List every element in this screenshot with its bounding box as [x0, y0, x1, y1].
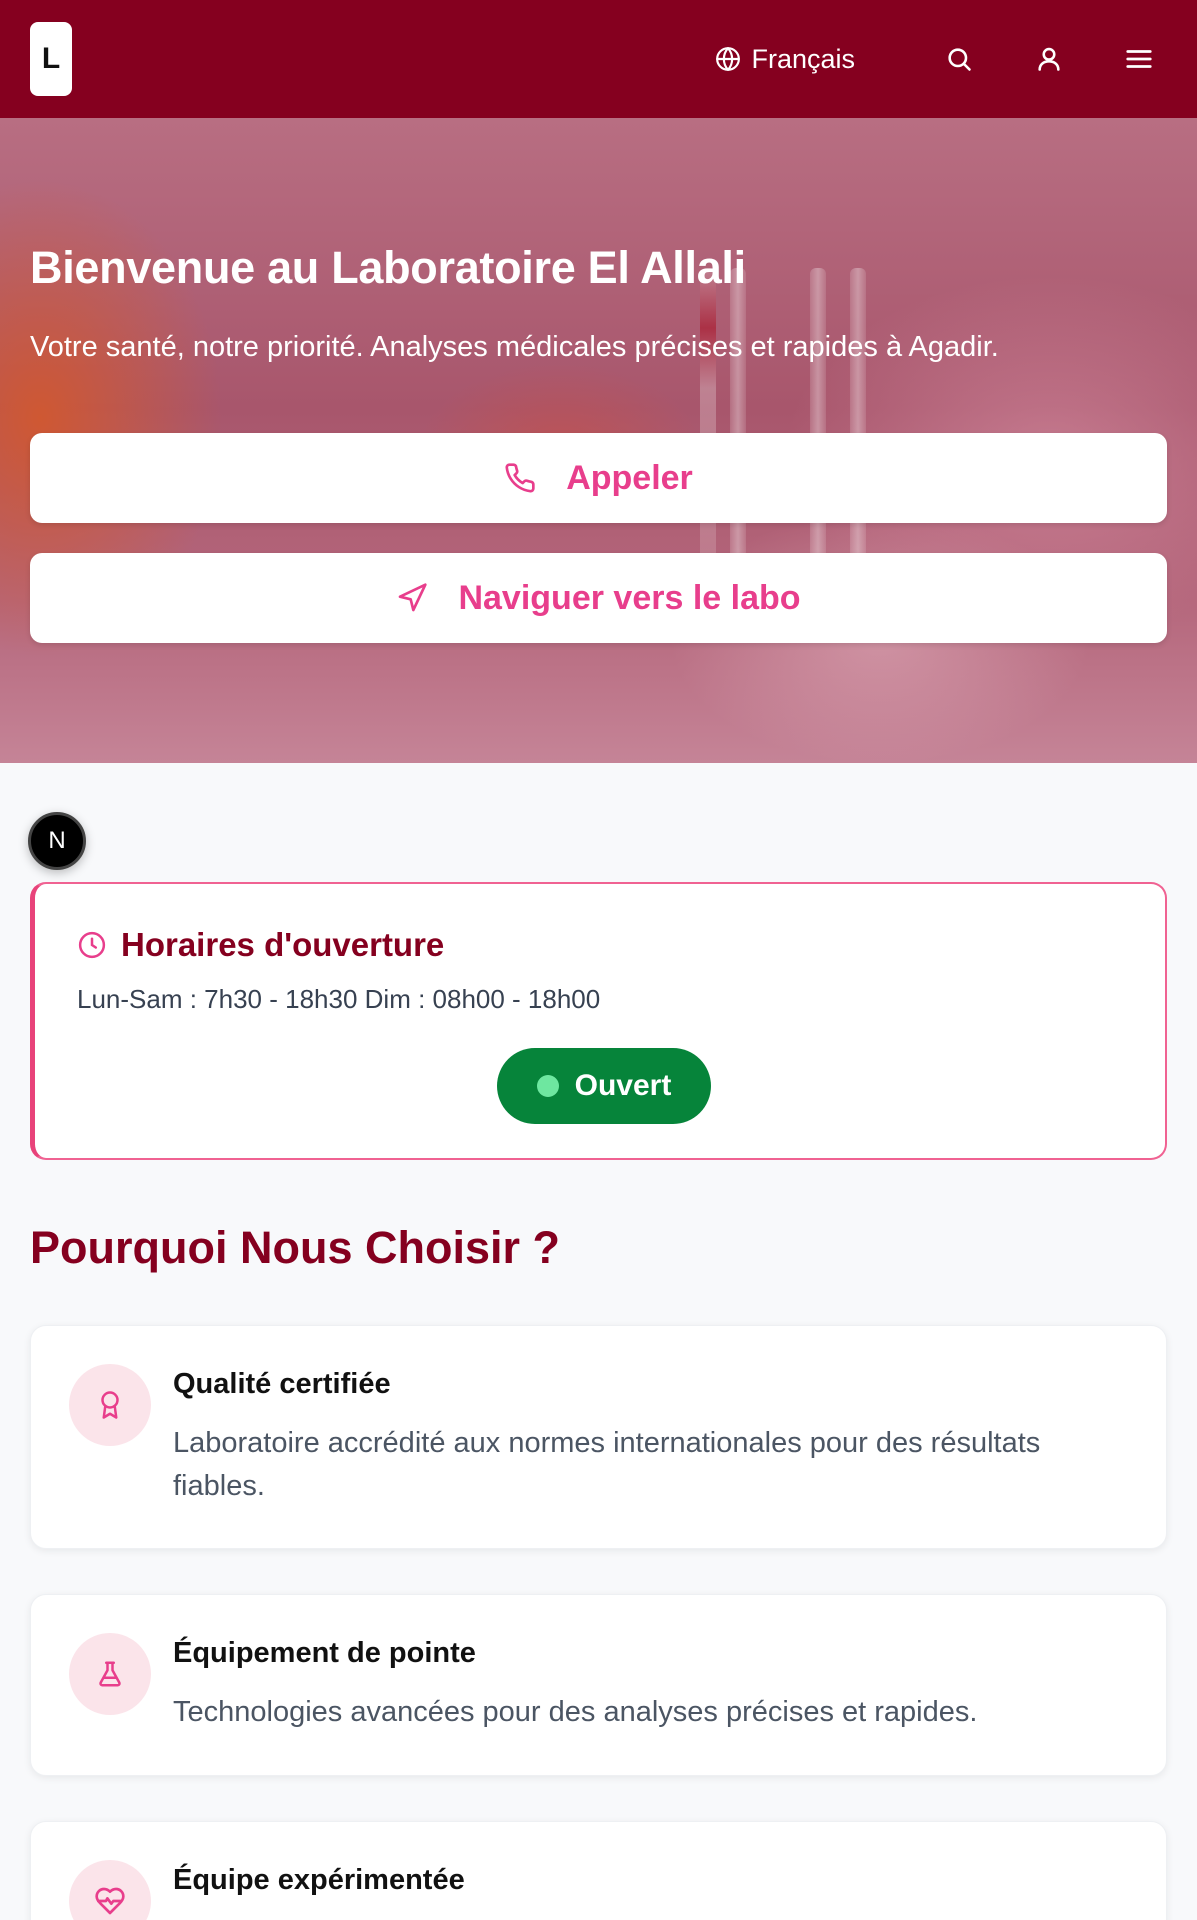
search-icon: [948, 48, 971, 71]
logo-letter: L: [41, 42, 61, 75]
hero-subtitle: Votre santé, notre priorité. Analyses mé…: [30, 331, 999, 363]
status-badge: Ouvert: [497, 1048, 711, 1124]
navigate-button[interactable]: Naviguer vers le labo: [30, 553, 1167, 643]
feature-title: Équipe expérimentée: [173, 1864, 465, 1896]
phone-icon: [505, 463, 535, 493]
top-header: L Français: [0, 0, 1197, 118]
menu-icon: [1126, 50, 1152, 68]
feature-icon-circle: [69, 1860, 151, 1920]
search-button[interactable]: [931, 31, 987, 87]
test-tube-decoration: [700, 268, 716, 568]
header-actions: Français: [709, 31, 1167, 87]
flask-icon: [99, 1661, 121, 1687]
feature-title: Équipement de pointe: [173, 1637, 476, 1669]
section-title: Pourquoi Nous Choisir ?: [30, 1222, 560, 1273]
opening-hours-card: Horaires d'ouverture Lun-Sam : 7h30 - 18…: [30, 882, 1167, 1160]
user-icon: [1038, 47, 1060, 71]
call-button-label: Appeler: [566, 458, 693, 497]
hero-section: Bienvenue au Laboratoire El Allali Votre…: [0, 118, 1197, 763]
call-button[interactable]: Appeler: [30, 433, 1167, 523]
feature-title: Qualité certifiée: [173, 1368, 391, 1400]
feature-icon-circle: [69, 1633, 151, 1715]
navigation-arrow-icon: [399, 583, 428, 612]
feature-card: Équipe expérimentée: [30, 1821, 1167, 1920]
logo[interactable]: L: [30, 22, 72, 96]
badge-letter: N: [48, 827, 66, 854]
clock-icon: [78, 931, 106, 959]
floating-n-badge[interactable]: N: [28, 812, 86, 870]
account-button[interactable]: [1021, 31, 1077, 87]
hero-title: Bienvenue au Laboratoire El Allali: [30, 242, 746, 293]
feature-card: Qualité certifiée Laboratoire accrédité …: [30, 1325, 1167, 1549]
opening-hours-title: Horaires d'ouverture: [121, 926, 445, 963]
test-tube-decoration: [850, 268, 866, 568]
test-tube-decoration: [810, 268, 826, 568]
status-label: Ouvert: [574, 1069, 672, 1102]
heart-pulse-icon: [95, 1887, 125, 1915]
language-selector[interactable]: Français: [709, 34, 861, 85]
feature-description: Technologies avancées pour des analyses …: [173, 1696, 978, 1728]
navigate-button-label: Naviguer vers le labo: [458, 578, 801, 617]
test-tube-decoration: [730, 268, 746, 568]
feature-icon-circle: [69, 1364, 151, 1446]
feature-card: Équipement de pointe Technologies avancé…: [30, 1594, 1167, 1776]
opening-hours-text: Lun-Sam : 7h30 - 18h30 Dim : 08h00 - 18h…: [77, 984, 601, 1014]
feature-description: Laboratoire accrédité aux normes interna…: [173, 1427, 1041, 1502]
language-label: Français: [751, 43, 855, 74]
globe-icon: [716, 47, 741, 71]
status-dot-icon: [536, 1075, 559, 1097]
menu-button[interactable]: [1111, 31, 1167, 87]
opening-hours-heading: Horaires d'ouverture: [77, 926, 444, 964]
award-icon: [101, 1391, 119, 1419]
